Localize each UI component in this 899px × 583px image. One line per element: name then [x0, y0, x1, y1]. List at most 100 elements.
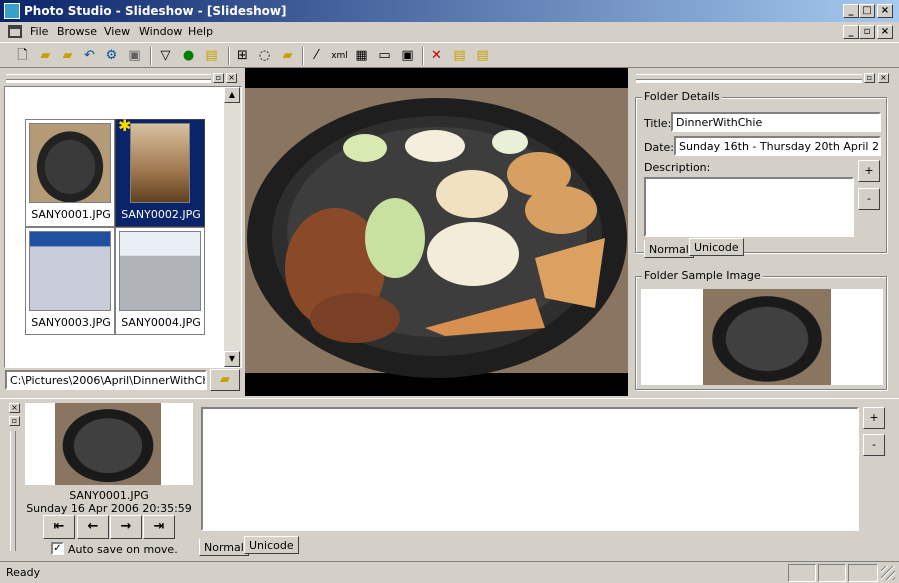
- maximize-button[interactable]: □: [859, 4, 875, 18]
- current-image-panel: × ▫ SANY0001.JPG Sunday 16 Apr 2006 20:3…: [0, 398, 899, 560]
- folder-details-group: Folder Details Title: DinnerWithChie Dat…: [635, 90, 887, 258]
- photo-canvas: [245, 88, 628, 378]
- copy-icon[interactable]: ▤: [449, 46, 470, 66]
- status-cell: [818, 564, 846, 582]
- screen-icon[interactable]: ▣: [397, 46, 418, 66]
- folder-sample-label: Folder Sample Image: [642, 269, 763, 282]
- previous-button[interactable]: ←: [77, 515, 109, 539]
- description-remove-button[interactable]: -: [858, 188, 880, 210]
- thumbnail-caption: SANY0003.JPG: [31, 316, 111, 329]
- wand-icon[interactable]: ⁄: [306, 46, 327, 66]
- date-label: Date:: [644, 141, 674, 154]
- comment-icon[interactable]: ◌: [254, 46, 275, 66]
- toolbar-separator: [422, 47, 424, 65]
- menu-view[interactable]: View: [104, 25, 130, 38]
- main-photo[interactable]: [245, 68, 628, 396]
- browser-panel: ▫ × SANY0001.JPG ✱ SANY0002.JPG SANY0003…: [0, 70, 243, 396]
- folder-panel: ▫ × Folder Details Title: DinnerWithChie…: [630, 70, 899, 396]
- paste-icon[interactable]: ▤: [472, 46, 493, 66]
- sample-photo: [703, 289, 831, 385]
- current-datetime: Sunday 16 Apr 2006 20:35:59: [26, 502, 192, 515]
- open-folder-icon[interactable]: ▰: [57, 46, 78, 66]
- thumbnail-scrollbar[interactable]: ▲ ▼: [224, 87, 241, 367]
- child-minimize-button[interactable]: _: [843, 25, 859, 39]
- minimize-button[interactable]: _: [843, 4, 859, 18]
- panel-close-button[interactable]: ×: [226, 73, 237, 83]
- new-icon[interactable]: 🗋: [12, 46, 33, 66]
- save-icon[interactable]: ▣: [124, 46, 145, 66]
- child-close-button[interactable]: ×: [877, 25, 893, 39]
- folder-comment-icon[interactable]: ▰: [277, 46, 298, 66]
- status-bar: Ready: [0, 561, 899, 583]
- open-icon[interactable]: ▰: [35, 46, 56, 66]
- web-icon[interactable]: ●: [178, 46, 199, 66]
- grid-icon[interactable]: ⊞: [232, 46, 253, 66]
- panel-restore-button[interactable]: ▫: [864, 73, 875, 83]
- slideshow-icon[interactable]: ▭: [374, 46, 395, 66]
- panel-grip: [636, 74, 862, 80]
- thumbnail-caption: SANY0002.JPG: [121, 208, 201, 221]
- thumbnail-item-selected[interactable]: ✱ SANY0002.JPG: [115, 116, 205, 227]
- title-bar: Photo Studio - Slideshow - [Slideshow] _…: [0, 0, 899, 22]
- current-filename: SANY0001.JPG: [69, 489, 149, 502]
- bottom-panel-restore-button[interactable]: ▫: [9, 416, 20, 426]
- tab-normal[interactable]: Normal: [644, 240, 694, 258]
- thumbnail-item[interactable]: SANY0001.JPG: [25, 119, 115, 227]
- toolbar-separator: [150, 47, 152, 65]
- export-icon[interactable]: ▤: [201, 46, 222, 66]
- thumbnail-image: [29, 231, 111, 311]
- close-button[interactable]: ×: [877, 4, 893, 18]
- panel-close-button[interactable]: ×: [878, 73, 889, 83]
- folder-details-label: Folder Details: [642, 90, 722, 103]
- current-photo: [55, 403, 161, 485]
- caption-remove-button[interactable]: -: [863, 434, 885, 456]
- delete-icon[interactable]: ✕: [426, 46, 447, 66]
- caption-tab-unicode[interactable]: Unicode: [244, 536, 299, 554]
- film-icon[interactable]: ▦: [351, 46, 372, 66]
- folder-path-field[interactable]: C:\Pictures\2006\April\DinnerWithChie: [5, 370, 207, 390]
- scroll-down-button[interactable]: ▼: [224, 351, 240, 367]
- menu-file[interactable]: File: [30, 25, 48, 38]
- caption-add-button[interactable]: +: [863, 407, 885, 429]
- child-restore-button[interactable]: ▫: [859, 25, 875, 39]
- description-label: Description:: [644, 161, 711, 174]
- bottom-panel-close-button[interactable]: ×: [9, 403, 20, 413]
- tab-unicode[interactable]: Unicode: [689, 238, 744, 256]
- current-thumbnail: [25, 403, 193, 485]
- description-add-button[interactable]: +: [858, 160, 880, 182]
- next-button[interactable]: →: [110, 515, 142, 539]
- xml-icon[interactable]: xml: [329, 46, 350, 66]
- title-field[interactable]: DinnerWithChie: [671, 112, 881, 132]
- last-button[interactable]: ⇥: [143, 515, 175, 539]
- autosave-checkbox[interactable]: ✓: [51, 542, 64, 555]
- caption-tab-normal[interactable]: Normal: [199, 538, 249, 556]
- thumbnail-item[interactable]: SANY0003.JPG: [25, 227, 115, 335]
- first-button[interactable]: ⇤: [43, 515, 75, 539]
- toolbar: 🗋 ▰ ▰ ↶ ⚙ ▣ ▽ ● ▤ ⊞ ◌ ▰ ⁄ xml ▦ ▭ ▣ ✕ ▤ …: [0, 42, 899, 68]
- settings-icon[interactable]: ⚙: [101, 46, 122, 66]
- thumbnail-list[interactable]: SANY0001.JPG ✱ SANY0002.JPG SANY0003.JPG…: [4, 86, 242, 368]
- menu-browse[interactable]: Browse: [57, 25, 97, 38]
- menu-bar: File Browse View Window Help _ ▫ ×: [0, 22, 899, 42]
- status-cell: [788, 564, 816, 582]
- present-icon[interactable]: ▽: [155, 46, 176, 66]
- description-field[interactable]: [644, 177, 854, 237]
- status-cell: [848, 564, 878, 582]
- document-icon[interactable]: [8, 25, 22, 38]
- resize-grip[interactable]: [881, 566, 895, 580]
- thumbnail-item[interactable]: SANY0004.JPG: [115, 227, 205, 335]
- thumbnail-image: [29, 123, 111, 203]
- folder-sample-group: Folder Sample Image: [635, 269, 887, 390]
- menu-window[interactable]: Window: [139, 25, 182, 38]
- caption-field[interactable]: [201, 407, 859, 531]
- folder-sample-image: [641, 289, 883, 385]
- menu-help[interactable]: Help: [188, 25, 213, 38]
- title-label: Title:: [644, 117, 672, 130]
- panel-restore-button[interactable]: ▫: [213, 73, 224, 83]
- browse-folder-button[interactable]: ▰: [210, 369, 240, 391]
- scroll-up-button[interactable]: ▲: [224, 87, 240, 103]
- status-text: Ready: [6, 566, 41, 579]
- date-field[interactable]: Sunday 16th - Thursday 20th April 2006: [674, 136, 881, 156]
- undo-icon[interactable]: ↶: [79, 46, 100, 66]
- thumbnail-image: [119, 231, 201, 311]
